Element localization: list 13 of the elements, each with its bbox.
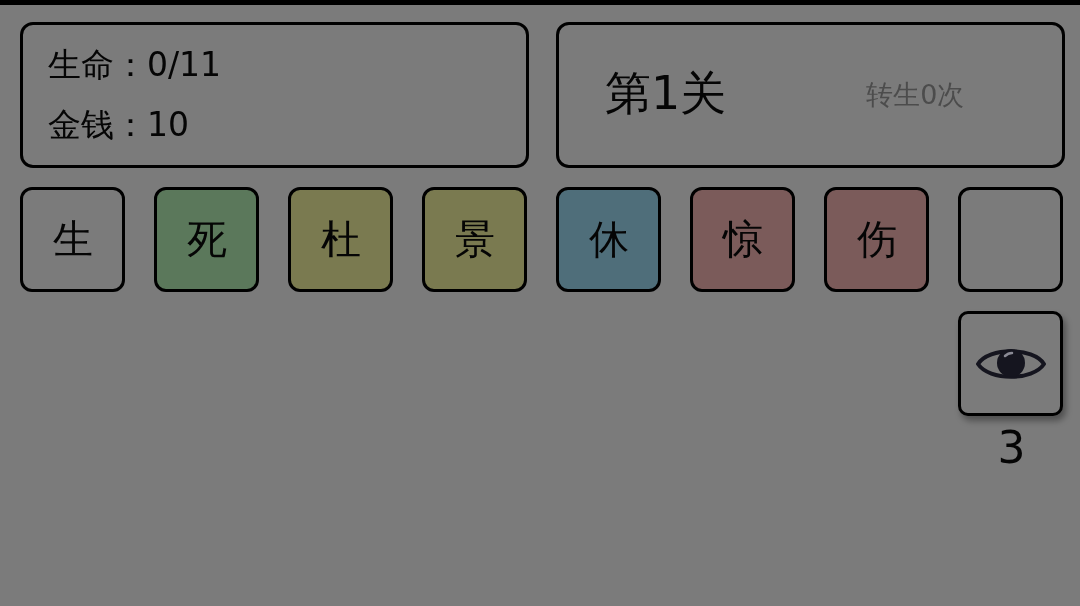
slot-tile[interactable]: 休: [556, 187, 661, 292]
slot-tile[interactable]: 杜: [288, 187, 393, 292]
slot-tile[interactable]: 景: [422, 187, 527, 292]
level-title: 第1关: [605, 65, 727, 122]
slot-tile[interactable]: 伤: [824, 187, 929, 292]
slot-tile[interactable]: 生: [20, 187, 125, 292]
view-button[interactable]: [958, 311, 1063, 416]
stat-text: 生命：0/11: [48, 44, 223, 86]
stat-text: 金钱：10: [48, 104, 190, 146]
slot-tile[interactable]: 死: [154, 187, 259, 292]
empty-slot-tile[interactable]: [958, 187, 1063, 292]
eye-count: 3: [997, 424, 1026, 473]
slot-tile[interactable]: 惊: [690, 187, 795, 292]
